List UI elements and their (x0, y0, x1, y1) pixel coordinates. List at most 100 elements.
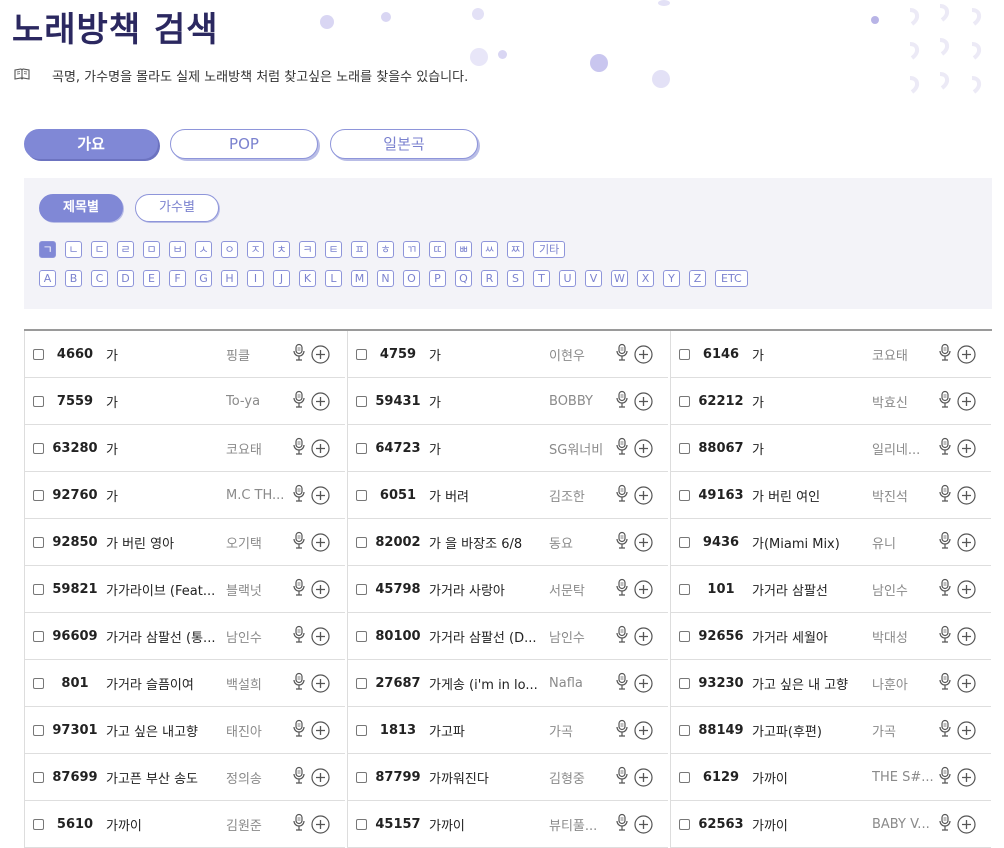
select-checkbox[interactable] (679, 630, 690, 642)
initial-filter-latin-21[interactable]: V (585, 270, 602, 287)
microphone-icon[interactable] (613, 484, 631, 506)
microphone-icon[interactable] (290, 437, 308, 459)
add-plus-icon[interactable] (311, 391, 330, 411)
select-checkbox[interactable] (679, 489, 690, 501)
artist-name[interactable]: 정의송 (226, 768, 288, 787)
initial-filter-korean-4[interactable]: ㅁ (143, 241, 160, 258)
select-checkbox[interactable] (356, 630, 367, 642)
initial-filter-korean-6[interactable]: ㅅ (195, 241, 212, 258)
select-checkbox[interactable] (356, 724, 367, 736)
microphone-icon[interactable] (936, 343, 954, 365)
artist-name[interactable]: 일리네... (872, 439, 934, 458)
select-checkbox[interactable] (356, 818, 367, 830)
song-title[interactable]: 가 (429, 439, 549, 458)
microphone-icon[interactable] (936, 672, 954, 694)
initial-filter-latin-8[interactable]: I (247, 270, 264, 287)
artist-name[interactable]: 가곡 (872, 721, 934, 740)
microphone-icon[interactable] (936, 484, 954, 506)
song-title[interactable]: 가까이 (752, 815, 872, 834)
song-title[interactable]: 가 버린 여인 (752, 486, 872, 505)
song-title[interactable]: 가 (752, 392, 872, 411)
microphone-icon[interactable] (290, 390, 308, 412)
add-plus-icon[interactable] (311, 720, 330, 740)
song-title[interactable]: 가거라 삼팔선 (752, 580, 872, 599)
song-title[interactable]: 가(Miami Mix) (752, 533, 872, 552)
artist-name[interactable]: Nafla (549, 676, 611, 691)
select-checkbox[interactable] (33, 771, 44, 783)
tab-japanese[interactable]: 일본곡 (330, 129, 478, 159)
select-checkbox[interactable] (356, 348, 367, 360)
add-plus-icon[interactable] (311, 767, 330, 787)
initial-filter-korean-9[interactable]: ㅊ (273, 241, 290, 258)
add-plus-icon[interactable] (957, 767, 976, 787)
select-checkbox[interactable] (679, 771, 690, 783)
initial-filter-latin-22[interactable]: W (611, 270, 628, 287)
initial-filter-latin-6[interactable]: G (195, 270, 212, 287)
initial-filter-korean-15[interactable]: ㄸ (429, 241, 446, 258)
add-plus-icon[interactable] (634, 767, 653, 787)
artist-name[interactable]: 핑클 (226, 345, 288, 364)
artist-name[interactable]: 김조한 (549, 486, 611, 505)
add-plus-icon[interactable] (957, 814, 976, 834)
microphone-icon[interactable] (613, 719, 631, 741)
select-checkbox[interactable] (33, 630, 44, 642)
initial-filter-korean-13[interactable]: ㅎ (377, 241, 394, 258)
add-plus-icon[interactable] (957, 438, 976, 458)
initial-filter-korean-12[interactable]: ㅍ (351, 241, 368, 258)
song-title[interactable]: 가가라이브 (Feat... (106, 580, 226, 599)
initial-filter-latin-12[interactable]: M (351, 270, 368, 287)
add-plus-icon[interactable] (311, 673, 330, 693)
initial-filter-latin-7[interactable]: H (221, 270, 238, 287)
add-plus-icon[interactable] (957, 532, 976, 552)
song-title[interactable]: 가거라 삼팔선 (통... (106, 627, 226, 646)
song-title[interactable]: 가까워진다 (429, 768, 549, 787)
select-checkbox[interactable] (33, 348, 44, 360)
initial-filter-latin-18[interactable]: S (507, 270, 524, 287)
initial-filter-korean-8[interactable]: ㅈ (247, 241, 264, 258)
add-plus-icon[interactable] (634, 579, 653, 599)
select-checkbox[interactable] (356, 395, 367, 407)
add-plus-icon[interactable] (957, 673, 976, 693)
microphone-icon[interactable] (936, 531, 954, 553)
microphone-icon[interactable] (613, 343, 631, 365)
initial-filter-latin-16[interactable]: Q (455, 270, 472, 287)
microphone-icon[interactable] (613, 625, 631, 647)
initial-filter-korean-19[interactable]: 기타 (533, 241, 566, 258)
add-plus-icon[interactable] (311, 344, 330, 364)
select-checkbox[interactable] (33, 536, 44, 548)
initial-filter-korean-10[interactable]: ㅋ (299, 241, 316, 258)
select-checkbox[interactable] (33, 489, 44, 501)
song-title[interactable]: 가게송 (i'm in lo... (429, 674, 549, 693)
select-checkbox[interactable] (679, 677, 690, 689)
select-checkbox[interactable] (33, 583, 44, 595)
select-checkbox[interactable] (679, 724, 690, 736)
select-checkbox[interactable] (33, 677, 44, 689)
add-plus-icon[interactable] (311, 626, 330, 646)
initial-filter-latin-10[interactable]: K (299, 270, 316, 287)
add-plus-icon[interactable] (311, 532, 330, 552)
microphone-icon[interactable] (290, 672, 308, 694)
microphone-icon[interactable] (936, 625, 954, 647)
initial-filter-korean-0[interactable]: ㄱ (39, 241, 56, 258)
song-title[interactable]: 가거라 슬픔이여 (106, 674, 226, 693)
song-title[interactable]: 가 을 바장조 6/8 (429, 533, 549, 552)
add-plus-icon[interactable] (957, 579, 976, 599)
initial-filter-korean-2[interactable]: ㄷ (91, 241, 108, 258)
artist-name[interactable]: 코요태 (872, 345, 934, 364)
artist-name[interactable]: 나훈아 (872, 674, 934, 693)
artist-name[interactable]: 뷰티풀... (549, 815, 611, 834)
initial-filter-latin-24[interactable]: Y (663, 270, 680, 287)
initial-filter-korean-1[interactable]: ㄴ (65, 241, 82, 258)
initial-filter-latin-23[interactable]: X (637, 270, 654, 287)
microphone-icon[interactable] (290, 719, 308, 741)
select-checkbox[interactable] (356, 583, 367, 595)
artist-name[interactable]: To-ya (226, 394, 288, 409)
initial-filter-latin-17[interactable]: R (481, 270, 498, 287)
add-plus-icon[interactable] (311, 438, 330, 458)
microphone-icon[interactable] (613, 766, 631, 788)
select-checkbox[interactable] (33, 442, 44, 454)
microphone-icon[interactable] (936, 578, 954, 600)
add-plus-icon[interactable] (634, 485, 653, 505)
initial-filter-korean-16[interactable]: ㅃ (455, 241, 472, 258)
artist-name[interactable]: 코요태 (226, 439, 288, 458)
